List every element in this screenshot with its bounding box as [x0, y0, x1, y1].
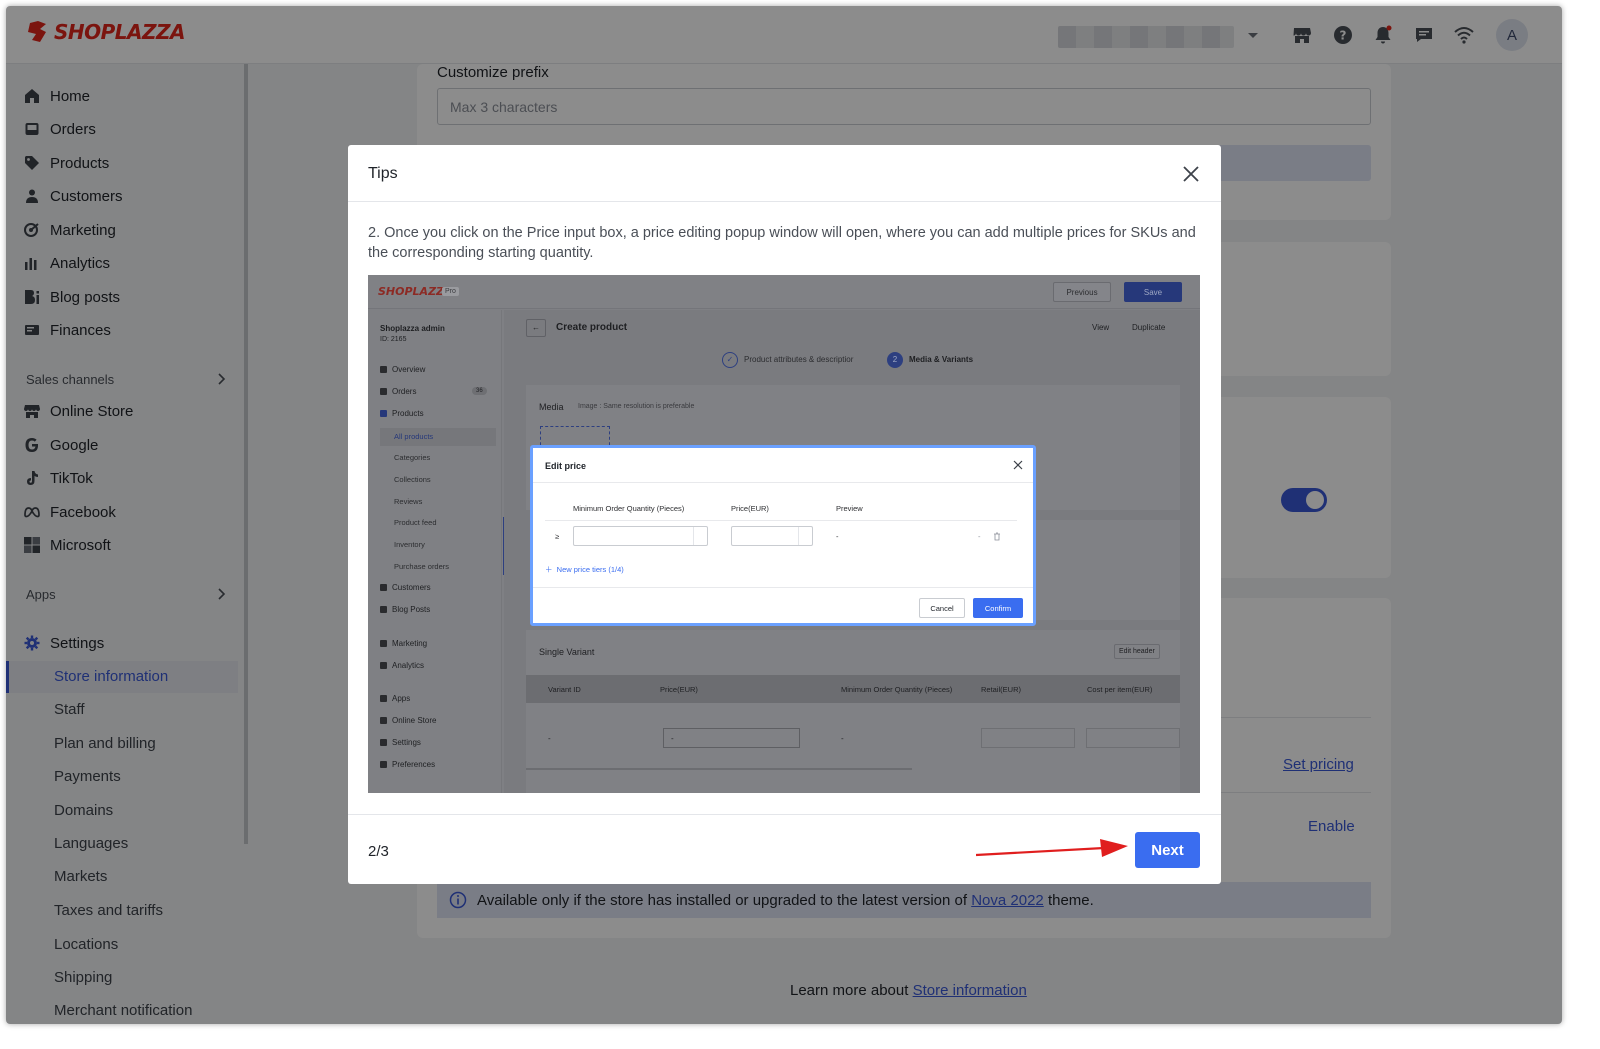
- close-icon[interactable]: [1180, 163, 1202, 185]
- preferences-icon: [380, 761, 387, 768]
- tag-icon: [380, 410, 387, 417]
- person-icon: [380, 584, 387, 591]
- screenshot-price-value: -: [671, 734, 674, 743]
- screenshot-step1: Product attributes & descriptior: [744, 355, 854, 364]
- preview-value: -: [836, 532, 839, 541]
- check-icon: ✓: [722, 352, 738, 368]
- modal-header: Tips: [348, 145, 1221, 202]
- min-qty-input: [573, 526, 708, 546]
- analytics-icon: [380, 662, 387, 669]
- screenshot-store-name: Shoplazza admin: [380, 324, 445, 333]
- screenshot-variant-card: Single Variant Edit header Variant ID Pr…: [526, 630, 1180, 793]
- screenshot-orders-badge: 36: [472, 387, 487, 395]
- screenshot-col-min-qty: Minimum Order Quantity (Pieces): [841, 685, 953, 694]
- orders-icon: [380, 388, 387, 395]
- screenshot-nav-orders: Orders: [380, 387, 416, 396]
- screenshot-single-variant: Single Variant: [539, 647, 595, 657]
- step-indicator: 2/3: [368, 843, 389, 860]
- screenshot-nav-products: Products: [380, 409, 424, 418]
- store-icon: [380, 717, 387, 724]
- screenshot-sub-product-feed: Product feed: [394, 518, 437, 527]
- screenshot-col-variant-id: Variant ID: [548, 685, 581, 694]
- arrow-right-icon: [976, 839, 1128, 857]
- screenshot-variant-id-value: -: [548, 734, 551, 743]
- tip-screenshot: SHOPLAZZA Pro Previous Save Shoplazza ad…: [368, 275, 1200, 793]
- screenshot-sidebar: Shoplazza admin ID: 2165 Overview Orders…: [368, 310, 502, 793]
- divider: [533, 587, 1033, 588]
- screenshot-save-button: Save: [1124, 282, 1182, 302]
- screenshot-sub-all-products: All products: [394, 432, 434, 441]
- screenshot-nav-overview: Overview: [380, 365, 425, 374]
- row-dash: -: [978, 532, 981, 541]
- screenshot-col-cost: Cost per item(EUR): [1087, 685, 1153, 694]
- close-icon: [1013, 460, 1023, 470]
- cancel-button: Cancel: [919, 598, 965, 618]
- screenshot-topbar: SHOPLAZZA Pro Previous Save: [368, 275, 1200, 309]
- modal-footer: 2/3 Next: [348, 814, 1221, 884]
- screenshot-nav-analytics: Analytics: [380, 661, 424, 670]
- app-window: SHOPLAZZA ? A Home Orders Products Custo…: [6, 6, 1562, 1024]
- trash-icon: [994, 532, 1000, 541]
- overview-icon: [380, 366, 387, 373]
- divider: [533, 482, 1033, 483]
- screenshot-col-retail: Retail(EUR): [981, 685, 1022, 694]
- edit-price-title: Edit price: [545, 461, 587, 471]
- modal-title: Tips: [368, 165, 398, 182]
- screenshot-page-title: Create product: [556, 322, 628, 333]
- screenshot-media-hint: Image : Same resolution is preferable: [578, 403, 695, 410]
- edit-price-dialog: Edit price Minimum Order Quantity (Piece…: [530, 445, 1036, 626]
- screenshot-sub-purchase-orders: Purchase orders: [394, 562, 450, 571]
- screenshot-media-label: Media: [539, 402, 564, 412]
- screenshot-sub-categories: Categories: [394, 453, 431, 462]
- col-preview: Preview: [836, 504, 863, 513]
- screenshot-step2-num: 2: [887, 352, 903, 368]
- gear-icon: [380, 739, 387, 746]
- screenshot-store-id: ID: 2165: [380, 336, 407, 343]
- screenshot-nav-marketing: Marketing: [380, 639, 427, 648]
- geq-sign: ≥: [555, 532, 560, 541]
- confirm-button: Confirm: [973, 598, 1023, 618]
- screenshot-nav-apps: Apps: [380, 694, 410, 703]
- tips-modal: Tips 2. Once you click on the Price inpu…: [348, 145, 1221, 884]
- next-button[interactable]: Next: [1135, 832, 1200, 868]
- screenshot-sub-reviews: Reviews: [394, 497, 423, 506]
- screenshot-nav-settings: Settings: [380, 738, 421, 747]
- tip-description: 2. Once you click on the Price input box…: [368, 225, 1196, 261]
- screenshot-min-qty-value: -: [841, 734, 844, 743]
- apps-icon: [380, 695, 387, 702]
- screenshot-nav-preferences: Preferences: [380, 760, 435, 769]
- screenshot-col-price: Price(EUR): [660, 685, 698, 694]
- screenshot-sub-collections: Collections: [394, 475, 431, 484]
- screenshot-previous-button: Previous: [1053, 282, 1111, 302]
- pro-badge: Pro: [442, 287, 459, 296]
- col-min-qty: Minimum Order Quantity (Pieces): [573, 504, 685, 513]
- divider: [545, 520, 1017, 521]
- col-price: Price(EUR): [731, 504, 769, 513]
- marketing-icon: [380, 640, 387, 647]
- screenshot-step2: Media & Variants: [909, 355, 974, 364]
- screenshot-nav-blog-posts: Blog Posts: [380, 605, 430, 614]
- price-input: [731, 526, 813, 546]
- back-arrow-icon: ←: [526, 319, 546, 337]
- new-price-tiers-link: ＋ New price tiers (1/4): [545, 565, 624, 574]
- screenshot-edit-header: Edit header: [1114, 644, 1160, 659]
- screenshot-nav-customers: Customers: [380, 583, 431, 592]
- screenshot-nav-online-store: Online Store: [380, 716, 436, 725]
- blog-icon: [380, 606, 387, 613]
- screenshot-sub-inventory: Inventory: [394, 540, 425, 549]
- screenshot-duplicate: Duplicate: [1132, 323, 1166, 332]
- screenshot-view: View: [1092, 323, 1110, 332]
